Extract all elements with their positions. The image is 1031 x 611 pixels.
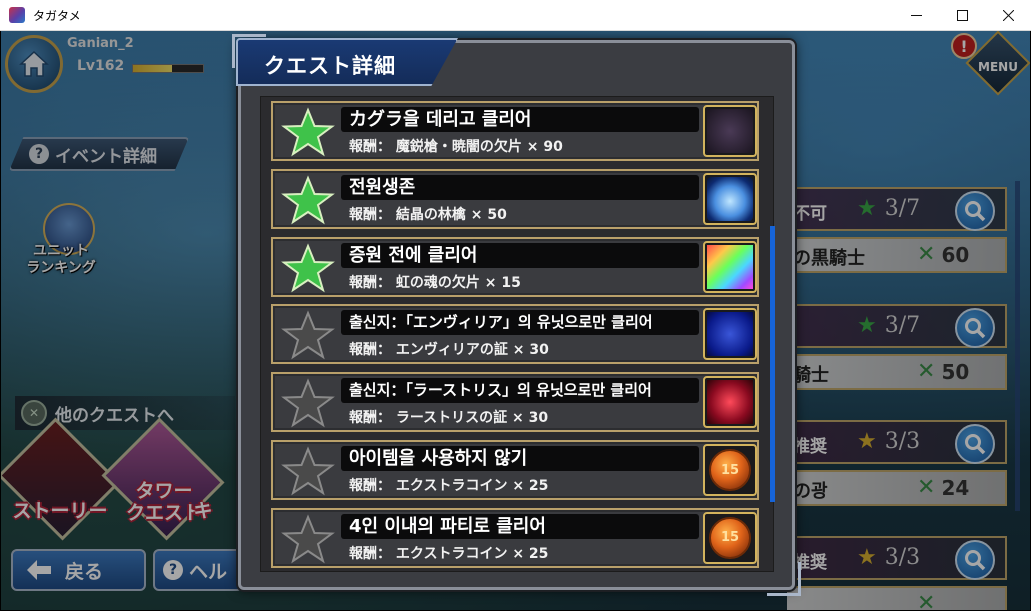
mission-objective: 증원 전에 클리어 (341, 242, 699, 268)
unachieved-star-icon (281, 514, 335, 564)
reward-prefix: 報酬： (349, 478, 391, 494)
achieved-star-icon (281, 242, 335, 293)
unachieved-star-icon (281, 310, 335, 360)
mission-row: 출신지：「エンヴィリア」의 유닛으로만 클리어 報酬： エンヴィリアの証 × 3… (271, 304, 759, 365)
mission-objective: カグラ을 데리고 클리어 (341, 107, 699, 132)
crystal-apple-icon (707, 176, 753, 221)
mission-row: 전원생존 報酬： 結晶の林檎 × 50 (271, 168, 759, 229)
reward-text: エクストラコイン × 25 (395, 478, 549, 494)
weapon-shard-icon (707, 109, 753, 153)
achieved-star-icon (281, 175, 335, 225)
mission-row: 증원 전에 클리어 報酬： 虹の魂の欠片 × 15 (271, 236, 759, 297)
reward-text: 虹の魂の欠片 × 15 (395, 274, 521, 291)
window-controls (893, 0, 1031, 31)
reward-text: エクストラコイン × 25 (395, 545, 549, 562)
reward-item-slot[interactable] (703, 105, 757, 157)
modal-title: クエスト詳細 (264, 54, 396, 78)
mission-row: カグラ을 데리고 클리어 報酬： 魔鋭槍・暁闇の欠片 × 90 (271, 101, 759, 161)
reward-item-slot[interactable]: 15 (703, 444, 757, 496)
close-icon (1002, 10, 1014, 21)
mission-row: 출신지：「ラーストリス」의 유닛으로만 클리어 報酬： ラーストリスの証 × 3… (271, 372, 759, 433)
mission-reward: 報酬： 魔鋭槍・暁闇の欠片 × 90 (349, 136, 563, 156)
quest-detail-modal: クエスト詳細 カグラ을 데리고 클리어 報酬： 魔鋭槍・暁闇の欠片 × 90 전… (232, 34, 801, 596)
mission-reward: 報酬： 結晶の林檎 × 50 (349, 204, 507, 224)
reward-item-slot[interactable] (703, 376, 757, 429)
game-viewport: Ganian_2 Lv162 ? イベント詳細 ユニット ランキング ✕ 他のク… (1, 31, 1030, 610)
reward-text: 結晶の林檎 × 50 (395, 206, 507, 223)
maximize-icon (956, 10, 968, 21)
mission-reward: 報酬： ラーストリスの証 × 30 (349, 407, 548, 427)
modal-title-tab: クエスト詳細 (236, 38, 458, 86)
reward-text: 魔鋭槍・暁闇の欠片 × 90 (395, 139, 563, 155)
app-icon (9, 7, 25, 23)
achieved-star-icon (281, 107, 335, 157)
mission-reward: 報酬： エクストラコイン × 25 (349, 543, 548, 563)
reward-prefix: 報酬： (349, 342, 391, 359)
rainbow-soul-shard-icon (707, 244, 753, 289)
extra-coin-icon: 15 (709, 516, 751, 559)
reward-item-slot[interactable] (703, 172, 757, 225)
mission-list-scrollbar[interactable] (770, 226, 775, 502)
mission-list[interactable]: カグラ을 데리고 클리어 報酬： 魔鋭槍・暁闇の欠片 × 90 전원생존 報酬：… (260, 96, 774, 572)
minimize-button[interactable] (893, 0, 939, 31)
mission-objective: 아이템을 사용하지 않기 (341, 446, 699, 471)
reward-item-slot[interactable] (703, 308, 757, 361)
reward-prefix: 報酬： (349, 410, 391, 427)
reward-prefix: 報酬： (349, 545, 391, 562)
unachieved-star-icon (281, 378, 335, 428)
reward-item-slot[interactable]: 15 (703, 511, 757, 564)
mission-reward: 報酬： エンヴィリアの証 × 30 (349, 339, 549, 359)
mission-objective: 전원생존 (341, 174, 699, 200)
unachieved-star-icon (281, 446, 335, 496)
mission-reward: 報酬： 虹の魂の欠片 × 15 (349, 272, 521, 292)
lastris-emblem-icon (707, 380, 753, 425)
mission-reward: 報酬： エクストラコイン × 25 (349, 475, 548, 495)
reward-prefix: 報酬： (349, 206, 391, 223)
mission-objective: 4인 이내의 파티로 클리어 (341, 513, 699, 539)
envylia-emblem-icon (707, 312, 753, 357)
minimize-icon (910, 15, 922, 16)
reward-text: エンヴィリアの証 × 30 (395, 342, 549, 359)
mission-row: 아이템을 사용하지 않기 報酬： エクストラコイン × 25 15 (271, 440, 759, 500)
mission-objective: 출신지：「ラーストリス」의 유닛으로만 클리어 (341, 378, 699, 404)
maximize-button[interactable] (939, 0, 985, 31)
mission-objective: 출신지：「エンヴィリア」의 유닛으로만 클리어 (341, 310, 699, 336)
mission-row: 4인 이내의 파티로 클리어 報酬： エクストラコイン × 25 15 (271, 507, 759, 568)
reward-prefix: 報酬： (349, 139, 391, 155)
extra-coin-icon: 15 (709, 449, 751, 491)
window-titlebar: タガタメ (0, 0, 1031, 31)
window-title: タガタメ (33, 8, 81, 23)
reward-text: ラーストリスの証 × 30 (395, 410, 549, 427)
reward-item-slot[interactable] (703, 240, 757, 293)
close-button[interactable] (985, 0, 1031, 31)
reward-prefix: 報酬： (349, 274, 391, 291)
